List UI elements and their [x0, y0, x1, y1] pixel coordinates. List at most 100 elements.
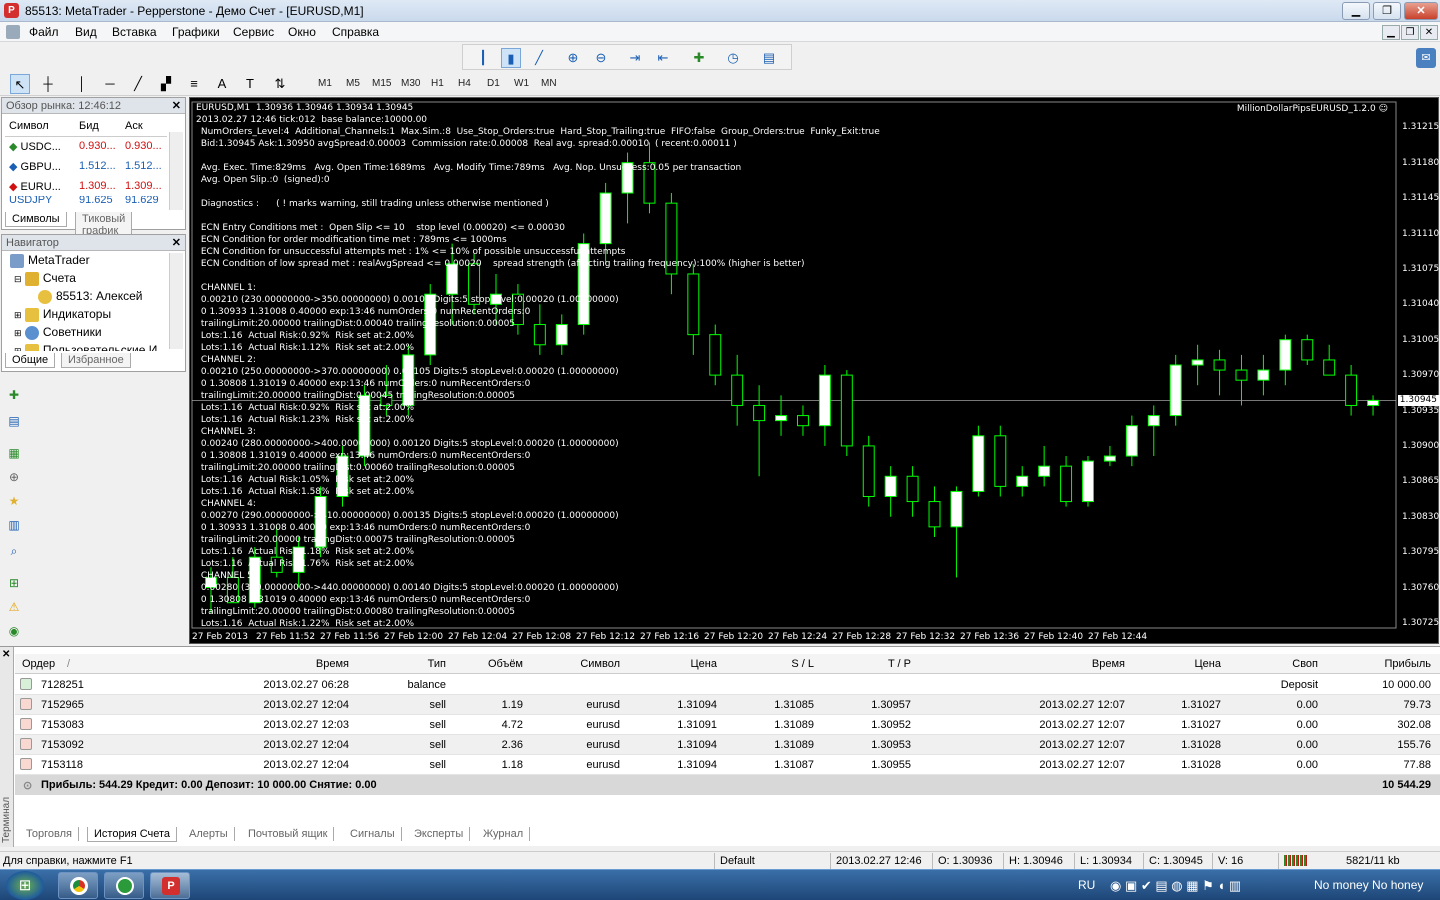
fibonacci-icon[interactable]: ≡ — [184, 74, 204, 94]
column-symbol[interactable]: Символ — [580, 658, 620, 670]
chrome-taskbar-button[interactable] — [58, 872, 98, 899]
column-ask[interactable]: Аск — [121, 116, 167, 137]
menu-file[interactable]: Файл — [29, 25, 59, 39]
periods-clock-icon[interactable]: ◷ — [723, 48, 743, 68]
history-row[interactable]: 7153083 2013.02.27 12:03 sell 4.72 eurusd 1.3… — [15, 715, 1440, 735]
column-close-time[interactable]: Время — [1092, 658, 1125, 670]
history-row[interactable]: 7128251 2013.02.27 06:28 balance Deposit 10 … — [15, 675, 1440, 695]
column-order[interactable]: Ордер — [22, 658, 55, 670]
minimize-button[interactable]: ▁ — [1342, 2, 1370, 20]
menu-window[interactable]: Окно — [288, 25, 316, 39]
connection-status-icon[interactable] — [1284, 855, 1308, 866]
timeframe-m30[interactable]: M30 — [401, 78, 420, 89]
crosshair-icon[interactable]: ┼ — [38, 74, 58, 94]
tree-item-metatrader[interactable]: MetaTrader — [10, 253, 90, 268]
app-taskbar-button[interactable] — [104, 872, 144, 899]
timeframe-m5[interactable]: M5 — [346, 78, 360, 89]
column-time[interactable]: Время — [316, 658, 349, 670]
mdi-minimize-button[interactable]: ▁ — [1382, 25, 1400, 40]
tab-common[interactable]: Общие — [5, 353, 56, 368]
equidistant-channel-icon[interactable]: ▞ — [156, 74, 176, 94]
new-order-icon[interactable]: ✚ — [5, 386, 23, 404]
templates-icon[interactable]: ▤ — [759, 48, 779, 68]
zoom-in-icon[interactable]: ⊕ — [563, 48, 583, 68]
market-watch-icon[interactable]: ▦ — [5, 444, 23, 462]
data-window-icon[interactable]: ▥ — [5, 516, 23, 534]
tray-icons[interactable]: ◉ ▣ ✔ ▤ ◍ ▦ ⚑ ◖ ▥ — [1110, 878, 1241, 894]
text-icon[interactable]: A — [212, 74, 232, 94]
timeframe-m15[interactable]: M15 — [372, 78, 391, 89]
symbol-row[interactable]: ◆ EURU... 1.309... 1.309... — [5, 176, 167, 196]
timeframe-h4[interactable]: H4 — [458, 78, 471, 89]
tab-account-history[interactable]: История Счета — [87, 827, 178, 842]
zoom-out-icon[interactable]: ⊖ — [591, 48, 611, 68]
chart-window[interactable]: EURUSD,M1 1.30936 1.30946 1.30934 1.3094… — [189, 97, 1440, 644]
timeframe-h1[interactable]: H1 — [431, 78, 444, 89]
menu-help[interactable]: Справка — [332, 25, 379, 39]
menu-tools[interactable]: Сервис — [233, 25, 274, 39]
menu-view[interactable]: Вид — [75, 25, 97, 39]
timeframe-mn[interactable]: MN — [541, 78, 557, 89]
tab-experts[interactable]: Эксперты — [408, 827, 471, 841]
close-button[interactable]: ✕ — [1404, 2, 1438, 20]
trendline-icon[interactable]: ╱ — [128, 74, 148, 94]
symbol-row[interactable]: USDJPY 91.625 91.629 — [5, 196, 167, 204]
text-label-icon[interactable]: T — [240, 74, 260, 94]
favorites-icon[interactable]: ★ — [5, 492, 23, 510]
tab-journal[interactable]: Журнал — [477, 827, 531, 841]
timeframe-m1[interactable]: M1 — [318, 78, 332, 89]
cursor-icon[interactable]: ↖ — [10, 74, 30, 94]
history-row[interactable]: 7153092 2013.02.27 12:04 sell 2.36 eurusd 1.3… — [15, 735, 1440, 755]
market-watch-scrollbar[interactable] — [169, 132, 183, 210]
column-symbol[interactable]: Символ — [5, 116, 75, 137]
symbol-row[interactable]: ◆ GBPU... 1.512... 1.512... — [5, 156, 167, 176]
line-chart-icon[interactable]: ╱ — [529, 48, 549, 68]
tab-alerts[interactable]: Алерты — [183, 827, 235, 841]
tree-item-experts[interactable]: ⊞ Советники — [14, 325, 102, 340]
terminal-close-icon[interactable]: ✕ — [2, 649, 10, 660]
child-window-icon[interactable] — [6, 25, 20, 39]
history-row[interactable]: 7152965 2013.02.27 12:04 sell 1.19 eurusd 1.3… — [15, 695, 1440, 715]
menu-insert[interactable]: Вставка — [112, 25, 157, 39]
arrows-icon[interactable]: ⇅ — [270, 74, 290, 94]
metatrader-app-icon[interactable]: P — [4, 3, 19, 18]
column-price[interactable]: Цена — [691, 658, 717, 670]
column-tp[interactable]: T / P — [888, 658, 911, 670]
auto-scroll-icon[interactable]: ⇥ — [625, 48, 645, 68]
language-indicator[interactable]: RU — [1078, 878, 1095, 892]
tester-icon[interactable]: ⌕ — [5, 542, 23, 560]
tab-signals[interactable]: Сигналы — [344, 827, 402, 841]
expand-icon[interactable]: ⊞ — [14, 346, 22, 351]
bar-chart-icon[interactable]: ┃ — [473, 48, 493, 68]
column-profit[interactable]: Прибыль — [1384, 658, 1431, 670]
history-icon[interactable]: ▤ — [5, 412, 23, 430]
tree-item-indicators[interactable]: ⊞ Индикаторы — [14, 307, 111, 322]
column-volume[interactable]: Объём — [488, 658, 523, 670]
history-row[interactable]: 7153118 2013.02.27 12:04 sell 1.18 eurusd 1.3… — [15, 755, 1440, 775]
column-close-price[interactable]: Цена — [1195, 658, 1221, 670]
timeframe-w1[interactable]: W1 — [514, 78, 529, 89]
mdi-close-button[interactable]: ✕ — [1420, 25, 1438, 40]
crosshair-tool-icon[interactable]: ⊕ — [5, 468, 23, 486]
vertical-line-icon[interactable]: │ — [72, 74, 92, 94]
column-swap[interactable]: Своп — [1292, 658, 1318, 670]
expand-icon[interactable]: ⊞ — [14, 310, 22, 320]
add-icon[interactable]: ⊞ — [5, 574, 23, 592]
timeframe-d1[interactable]: D1 — [487, 78, 500, 89]
alert-icon[interactable]: ⚠ — [5, 598, 23, 616]
tab-trade[interactable]: Торговля — [20, 827, 79, 841]
horizontal-line-icon[interactable]: ─ — [100, 74, 120, 94]
candlestick-chart-icon[interactable]: ▮ — [501, 48, 521, 68]
column-bid[interactable]: Бид — [75, 116, 121, 137]
column-sl[interactable]: S / L — [791, 658, 814, 670]
maximize-button[interactable]: ❐ — [1373, 2, 1401, 20]
indicators-icon[interactable]: ✚ — [689, 48, 709, 68]
chart-shift-icon[interactable]: ⇤ — [653, 48, 673, 68]
tab-favorites[interactable]: Избранное — [61, 353, 131, 368]
tab-mailbox[interactable]: Почтовый ящик — [242, 827, 335, 841]
navigator-scrollbar[interactable] — [169, 253, 183, 349]
market-watch-close-icon[interactable]: ✕ — [172, 98, 181, 114]
metatrader-taskbar-button[interactable]: P — [150, 872, 190, 899]
symbol-row[interactable]: ◆ USDC... 0.930... 0.930... — [5, 136, 167, 156]
menu-charts[interactable]: Графики — [172, 25, 220, 39]
